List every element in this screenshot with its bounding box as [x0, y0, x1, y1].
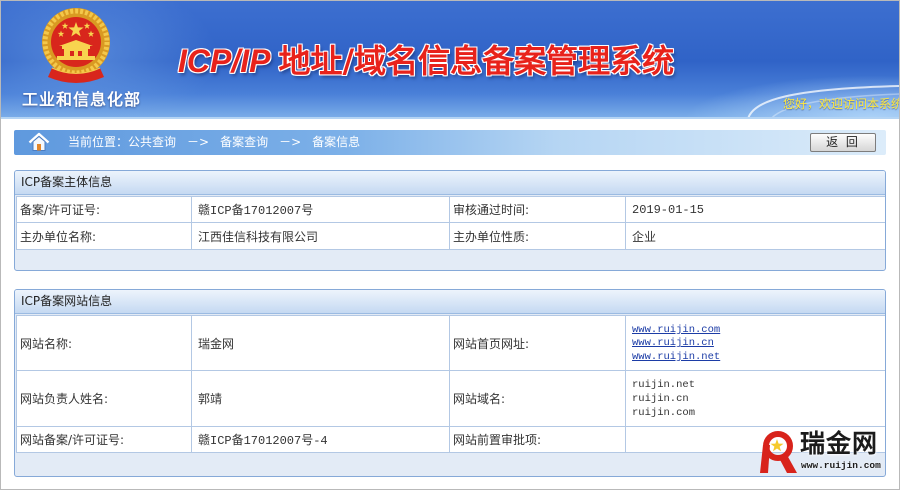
ministry-name: 工业和信息化部: [22, 90, 142, 109]
organizer-type-label: 主办单位性质:: [449, 222, 626, 250]
breadcrumb-item-record-query[interactable]: 备案查询: [220, 135, 268, 149]
site-license-label: 网站备案/许可证号:: [16, 426, 192, 453]
homepage-url-link[interactable]: www.ruijin.cn: [632, 337, 885, 351]
organizer-name-label: 主办单位名称:: [16, 222, 192, 250]
watermark-logo: 瑞金网 www.ruijin.com: [758, 427, 886, 477]
site-license-value: 赣ICP备17012007号-4: [191, 426, 450, 453]
breadcrumb-item-record-info: 备案信息: [312, 135, 361, 149]
breadcrumb-separator: －>: [279, 135, 302, 149]
watermark-site-url: www.ruijin.com: [801, 460, 881, 471]
site-domain-label: 网站域名:: [449, 370, 626, 427]
site-name-value: 瑞金网: [191, 315, 450, 371]
system-title-prefix: ICP/IP: [178, 43, 271, 79]
website-info-title: ICP备案网站信息: [15, 290, 885, 314]
table-row: 网站备案/许可证号: 赣ICP备17012007号-4 网站前置审批项:: [16, 426, 885, 453]
table-row: 网站名称: 瑞金网 网站首页网址: www.ruijin.com www.rui…: [16, 315, 885, 371]
national-emblem-icon: [42, 8, 110, 83]
approval-time-label: 审核通过时间:: [449, 196, 626, 223]
homepage-url-link[interactable]: www.ruijin.net: [632, 351, 885, 365]
breadcrumb-prefix: 当前位置：: [68, 135, 129, 149]
watermark-site-name: 瑞金网: [800, 429, 879, 458]
license-number-value: 赣ICP备17012007号: [191, 196, 450, 223]
site-owner-label: 网站负责人姓名:: [16, 370, 192, 427]
site-domain-list: ruijin.net ruijin.cn ruijin.com: [625, 370, 885, 427]
organizer-type-value: 企业: [625, 222, 885, 250]
license-number-label: 备案/许可证号:: [16, 196, 192, 223]
site-owner-value: 郭靖: [191, 370, 450, 427]
system-title-main: 地址/域名信息备案管理系统: [278, 42, 675, 80]
breadcrumb: 当前位置：公共查询 －> 备案查询 －> 备案信息: [68, 130, 360, 155]
subject-info-table: 备案/许可证号: 赣ICP备17012007号 审核通过时间: 2019-01-…: [16, 196, 885, 250]
pre-approval-label: 网站前置审批项:: [449, 426, 626, 453]
home-icon[interactable]: [28, 132, 50, 152]
homepage-url-list: www.ruijin.com www.ruijin.cn www.ruijin.…: [625, 315, 885, 371]
approval-time-value: 2019-01-15: [625, 196, 885, 223]
homepage-url-label: 网站首页网址:: [449, 315, 626, 371]
site-name-label: 网站名称:: [16, 315, 192, 371]
breadcrumb-item-public-query[interactable]: 公共查询: [128, 135, 176, 149]
site-domain-item: ruijin.net: [632, 379, 696, 391]
site-domain-item: ruijin.cn: [632, 393, 689, 405]
website-info-panel: ICP备案网站信息 网站名称: 瑞金网 网站首页网址: www.ruijin.c…: [14, 289, 886, 477]
subject-info-panel: ICP备案主体信息 备案/许可证号: 赣ICP备17012007号 审核通过时间…: [14, 170, 886, 271]
organizer-name-value: 江西佳信科技有限公司: [191, 222, 450, 250]
site-domain-item: ruijin.com: [632, 407, 696, 419]
table-row: 主办单位名称: 江西佳信科技有限公司 主办单位性质: 企业: [16, 222, 885, 250]
site-header: 工业和信息化部 ICP/IP 地址/域名信息备案管理系统 您好，欢迎访问本系统: [1, 1, 899, 119]
table-row: 备案/许可证号: 赣ICP备17012007号 审核通过时间: 2019-01-…: [16, 196, 885, 223]
system-title: ICP/IP 地址/域名信息备案管理系统: [178, 38, 674, 84]
welcome-message: 您好，欢迎访问本系统: [783, 97, 899, 111]
back-button[interactable]: 返 回: [810, 133, 876, 152]
website-info-table: 网站名称: 瑞金网 网站首页网址: www.ruijin.com www.rui…: [16, 315, 885, 453]
table-row: 网站负责人姓名: 郭靖 网站域名: ruijin.net ruijin.cn r…: [16, 370, 885, 427]
ruijin-logo-icon: [760, 431, 797, 473]
homepage-url-link[interactable]: www.ruijin.com: [632, 324, 885, 338]
subject-info-title: ICP备案主体信息: [15, 171, 885, 195]
breadcrumb-separator: －>: [187, 135, 210, 149]
